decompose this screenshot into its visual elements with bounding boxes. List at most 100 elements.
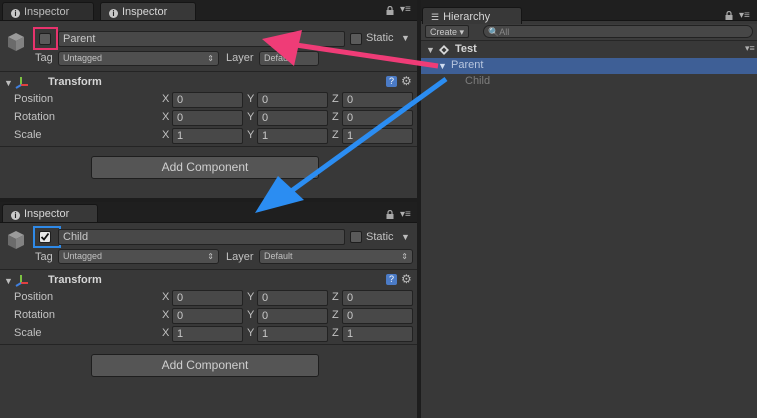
rotation-x-field[interactable]: 0 xyxy=(172,308,243,324)
scale-x-field[interactable]: 1 xyxy=(172,128,243,144)
inspector-bottom-panel: i Inspector ▾≡ Child Static ▼ Tag Untagge… xyxy=(0,202,417,418)
static-checkbox[interactable] xyxy=(350,33,362,45)
axis-z-label: Z xyxy=(332,129,339,141)
help-icon[interactable]: ? xyxy=(386,274,397,285)
object-name-field[interactable]: Parent xyxy=(58,31,345,47)
position-label: Position xyxy=(14,93,54,105)
axis-x-label: X xyxy=(162,291,170,303)
rotation-x-field[interactable]: 0 xyxy=(172,110,243,126)
axis-x-label: X xyxy=(162,327,170,339)
help-icon[interactable]: ? xyxy=(386,76,397,87)
axis-y-label: Y xyxy=(247,93,255,105)
static-checkbox[interactable] xyxy=(350,231,362,243)
scale-z-field[interactable]: 1 xyxy=(342,326,413,342)
rotation-y-field[interactable]: 0 xyxy=(257,110,328,126)
axis-z-label: Z xyxy=(332,111,339,123)
position-y-field[interactable]: 0 xyxy=(257,92,328,108)
item-label: Parent xyxy=(451,59,484,71)
active-checkbox[interactable] xyxy=(39,33,51,45)
tab-inspector-2[interactable]: i Inspector xyxy=(100,2,196,20)
tag-label: Tag xyxy=(35,251,53,263)
dropdown-arrow-icon: ⇕ xyxy=(207,252,214,261)
axis-z-label: Z xyxy=(332,327,339,339)
rotation-label: Rotation xyxy=(14,111,55,123)
axis-y-label: Y xyxy=(247,291,255,303)
axis-z-label: Z xyxy=(332,291,339,303)
component-title: Transform xyxy=(48,76,102,88)
foldout-arrow-icon[interactable]: ▼ xyxy=(426,45,435,55)
axis-z-label: Z xyxy=(332,309,339,321)
layer-label: Layer xyxy=(226,251,254,263)
axis-y-label: Y xyxy=(247,111,255,123)
hierarchy-item-child[interactable]: Child xyxy=(421,74,757,90)
gear-icon[interactable]: ⚙ xyxy=(401,272,412,286)
axis-y-label: Y xyxy=(247,129,255,141)
position-x-field[interactable]: 0 xyxy=(172,290,243,306)
divider xyxy=(0,269,417,270)
inspector-bottom-tabbar: i Inspector ▾≡ xyxy=(0,202,417,223)
axis-x-label: X xyxy=(162,93,170,105)
rotation-z-field[interactable]: 0 xyxy=(342,110,413,126)
panel-menu-icon[interactable]: ▾≡ xyxy=(400,210,411,220)
dropdown-arrow-icon: ⇕ xyxy=(207,54,214,63)
lock-icon[interactable] xyxy=(386,5,396,15)
position-label: Position xyxy=(14,291,54,303)
hierarchy-toolbar: Create ▾ 🔍All xyxy=(421,24,757,41)
scale-label: Scale xyxy=(14,327,42,339)
tag-dropdown[interactable]: Untagged ⇕ xyxy=(58,249,219,264)
tab-hierarchy[interactable]: ☰ Hierarchy xyxy=(422,7,522,24)
scale-x-field[interactable]: 1 xyxy=(172,326,243,342)
item-label: Child xyxy=(465,75,491,87)
position-x-field[interactable]: 0 xyxy=(172,92,243,108)
rotation-z-field[interactable]: 0 xyxy=(342,308,413,324)
unity-scene-icon xyxy=(439,45,449,55)
axis-x-label: X xyxy=(162,129,170,141)
position-z-field[interactable]: 0 xyxy=(342,290,413,306)
axis-z-label: Z xyxy=(332,93,339,105)
scene-menu-icon[interactable]: ▾≡ xyxy=(745,43,755,54)
add-component-button[interactable]: Add Component xyxy=(91,354,319,377)
hierarchy-search-field[interactable]: 🔍All xyxy=(483,25,753,38)
layer-dropdown[interactable]: Default xyxy=(259,51,319,66)
static-dropdown-icon[interactable]: ▼ xyxy=(401,33,410,43)
create-dropdown[interactable]: Create ▾ xyxy=(425,25,469,38)
scale-z-field[interactable]: 1 xyxy=(342,128,413,144)
object-name-field[interactable]: Child xyxy=(58,229,345,245)
tag-dropdown[interactable]: Untagged ⇕ xyxy=(58,51,219,66)
divider xyxy=(0,344,417,345)
scale-y-field[interactable]: 1 xyxy=(257,128,328,144)
axis-x-label: X xyxy=(162,111,170,123)
foldout-arrow-icon[interactable]: ▼ xyxy=(4,78,13,88)
lock-icon[interactable] xyxy=(386,209,396,219)
foldout-arrow-icon[interactable]: ▼ xyxy=(438,61,447,71)
rotation-label: Rotation xyxy=(14,309,55,321)
gameobject-cube-icon xyxy=(6,229,26,251)
panel-menu-icon[interactable]: ▾≡ xyxy=(400,5,411,15)
scene-row[interactable]: ▼ Test ▾≡ xyxy=(421,42,757,58)
search-icon: 🔍 xyxy=(488,27,500,37)
position-y-field[interactable]: 0 xyxy=(257,290,328,306)
divider xyxy=(0,71,417,72)
gear-icon[interactable]: ⚙ xyxy=(401,74,412,88)
tab-inspector-1[interactable]: i Inspector xyxy=(2,2,94,20)
tag-label: Tag xyxy=(35,52,53,64)
add-component-button[interactable]: Add Component xyxy=(91,156,319,179)
layer-dropdown[interactable]: Default ⇕ xyxy=(259,249,413,264)
inspector-top-tabbar: i Inspector i Inspector ▾≡ xyxy=(0,0,417,21)
rotation-y-field[interactable]: 0 xyxy=(257,308,328,324)
info-icon: i xyxy=(11,9,20,18)
panel-menu-icon[interactable]: ▾≡ xyxy=(739,11,750,21)
layer-label: Layer xyxy=(226,52,254,64)
tab-inspector[interactable]: i Inspector xyxy=(2,204,98,222)
hierarchy-item-parent[interactable]: ▼ Parent xyxy=(421,58,757,74)
info-icon: i xyxy=(11,211,20,220)
axis-y-label: Y xyxy=(247,327,255,339)
position-z-field[interactable]: 0 xyxy=(342,92,413,108)
lock-icon[interactable] xyxy=(725,10,735,20)
foldout-arrow-icon[interactable]: ▼ xyxy=(4,276,13,286)
scale-y-field[interactable]: 1 xyxy=(257,326,328,342)
static-dropdown-icon[interactable]: ▼ xyxy=(401,232,410,242)
scene-name: Test xyxy=(455,43,477,55)
active-checkbox[interactable] xyxy=(39,231,51,243)
hierarchy-tabbar: ☰ Hierarchy ▾≡ xyxy=(421,0,757,24)
